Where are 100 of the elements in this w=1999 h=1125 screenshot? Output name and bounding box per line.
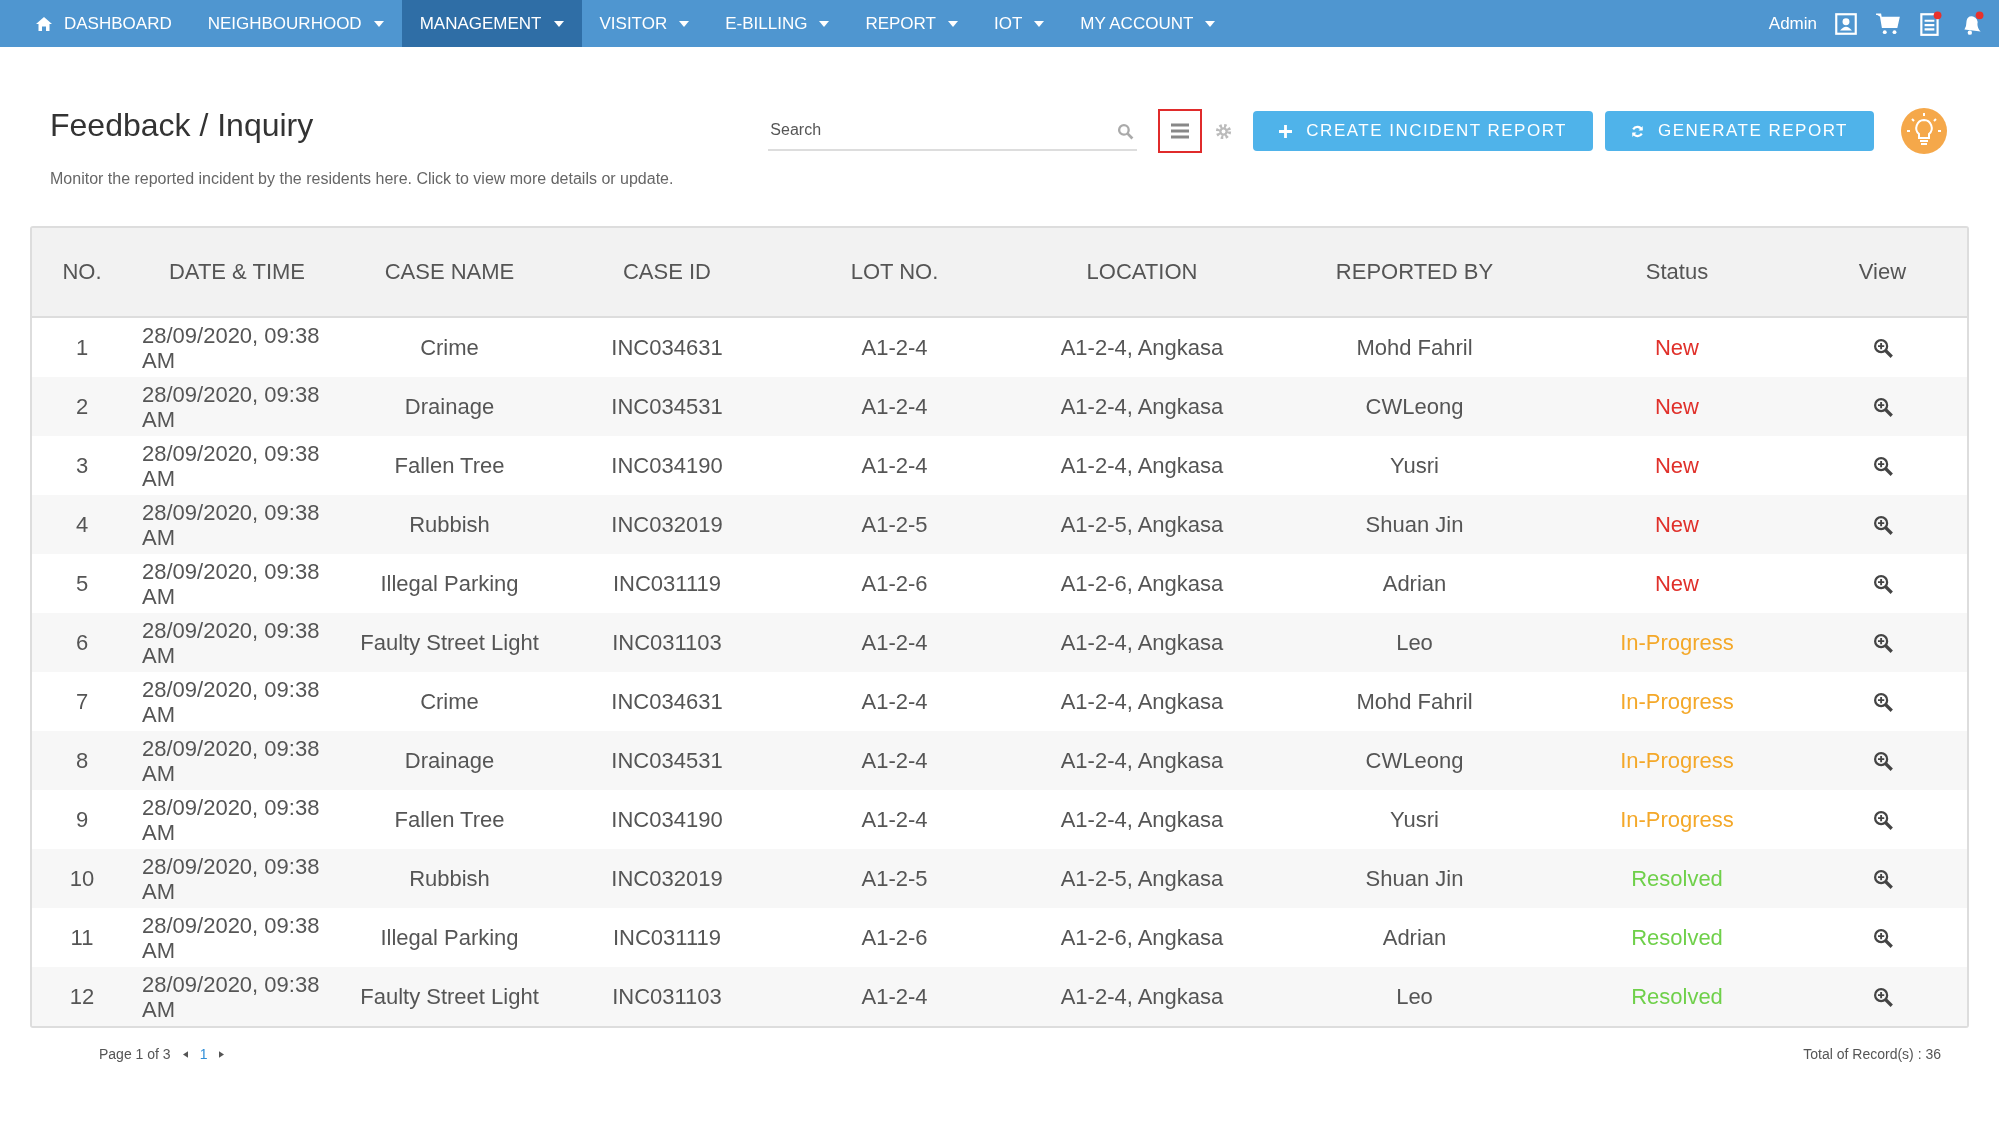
zoom-in-icon[interactable]: [1872, 868, 1893, 889]
table-cell-text: Illegal Parking: [379, 924, 520, 951]
column-header: LOCATION: [1085, 259, 1199, 285]
column-header: NO.: [61, 259, 103, 285]
table-cell-text: A1-2-4: [860, 452, 929, 479]
table-row[interactable]: 4 28/09/2020, 09:38 AM Rubbish INC032019 A1-2-5 A1-2-5, Angkasa Shuan Jin New: [32, 495, 1967, 554]
table-cell-text: 3: [74, 452, 90, 479]
nav-menu-item[interactable]: MANAGEMENT: [401, 0, 582, 47]
column-header: View: [1857, 259, 1908, 285]
table-cell-text: A1-2-4, Angkasa: [1059, 747, 1225, 774]
status-label: In-Progress: [1619, 629, 1735, 656]
status-label: New: [1654, 452, 1700, 479]
table-cell-text: Rubbish: [408, 511, 491, 538]
zoom-in-icon[interactable]: [1872, 337, 1893, 358]
table-cell-text: INC034531: [610, 393, 724, 420]
table-cell-text: A1-2-5, Angkasa: [1059, 865, 1225, 892]
table-row[interactable]: 6 28/09/2020, 09:38 AM Faulty Street Light INC031103 A1-2-4 A1-2-4, Angkasa Leo In-Progress: [32, 613, 1967, 672]
status-label: Resolved: [1630, 924, 1724, 951]
cart-icon[interactable]: [1875, 10, 1901, 37]
next-page-icon[interactable]: [219, 1050, 225, 1058]
caret-icon: [947, 20, 958, 27]
user-profile-icon[interactable]: [1833, 10, 1859, 37]
column-header: REPORTED BY: [1334, 259, 1495, 285]
status-label: New: [1654, 570, 1700, 597]
zoom-in-icon[interactable]: [1872, 573, 1893, 594]
table-cell-text: A1-2-6: [860, 570, 929, 597]
table-cell-text: 28/09/2020, 09:38 AM: [141, 853, 321, 904]
table-cell-text: 10: [68, 865, 96, 892]
table-cell-text: INC034190: [610, 452, 724, 479]
table-cell-text: A1-2-4: [860, 806, 929, 833]
table-cell-text: Drainage: [403, 393, 496, 420]
table-cell-text: Drainage: [403, 747, 496, 774]
table-row[interactable]: 10 28/09/2020, 09:38 AM Rubbish INC032019 A1-2-5 A1-2-5, Angkasa Shuan Jin Resolved: [32, 849, 1967, 908]
caret-icon: [553, 20, 564, 27]
status-label: Resolved: [1630, 865, 1724, 892]
table-cell-text: Leo: [1395, 983, 1434, 1010]
table-cell-text: Shuan Jin: [1364, 511, 1465, 538]
table-cell-text: INC032019: [610, 865, 724, 892]
table-cell-text: Illegal Parking: [379, 570, 520, 597]
table-cell-text: A1-2-5: [860, 511, 929, 538]
zoom-in-icon[interactable]: [1872, 927, 1893, 948]
table-cell-text: INC031119: [611, 570, 722, 597]
status-label: In-Progress: [1619, 806, 1735, 833]
table-cell-text: 6: [74, 629, 90, 656]
page-link[interactable]: 1: [199, 1046, 208, 1062]
plus-icon: [1279, 124, 1293, 138]
table-cell-text: A1-2-4, Angkasa: [1059, 452, 1225, 479]
table-cell-text: Faulty Street Light: [359, 629, 540, 656]
table-cell-text: 28/09/2020, 09:38 AM: [141, 794, 321, 845]
table-cell-text: A1-2-4: [860, 393, 929, 420]
table-cell-text: Adrian: [1381, 924, 1448, 951]
table-cell-text: INC031103: [611, 629, 723, 656]
table-row[interactable]: 8 28/09/2020, 09:38 AM Drainage INC034531 A1-2-4 A1-2-4, Angkasa CWLeong In-Progress: [32, 731, 1967, 790]
table-cell-text: INC034631: [610, 688, 724, 715]
zoom-in-icon[interactable]: [1872, 691, 1893, 712]
table-cell-text: CWLeong: [1364, 393, 1465, 420]
table-cell-text: A1-2-4, Angkasa: [1059, 393, 1225, 420]
table-cell-text: A1-2-4: [860, 688, 929, 715]
table-cell-text: Fallen Tree: [393, 806, 506, 833]
zoom-in-icon[interactable]: [1872, 750, 1893, 771]
table-cell-text: A1-2-5: [860, 865, 929, 892]
zoom-in-icon[interactable]: [1872, 455, 1893, 476]
table-cell-text: Yusri: [1389, 452, 1440, 479]
table-cell-text: 4: [74, 511, 90, 538]
status-label: New: [1654, 334, 1700, 361]
table-row[interactable]: 12 28/09/2020, 09:38 AM Faulty Street Light INC031103 A1-2-4 A1-2-4, Angkasa Leo Resolved: [32, 967, 1967, 1026]
document-icon[interactable]: [1917, 10, 1943, 37]
table-row[interactable]: 2 28/09/2020, 09:38 AM Drainage INC034531 A1-2-4 A1-2-4, Angkasa CWLeong New: [32, 377, 1967, 436]
table-cell-text: INC034531: [610, 747, 724, 774]
table-cell-text: 7: [74, 688, 90, 715]
table-cell-text: Yusri: [1389, 806, 1440, 833]
zoom-in-icon[interactable]: [1872, 514, 1893, 535]
caret-icon: [679, 20, 690, 27]
total-records: Total of Record(s) : 36: [1803, 1046, 1941, 1062]
status-label: New: [1654, 511, 1700, 538]
table-cell-text: 11: [69, 924, 95, 951]
previous-page-icon[interactable]: [182, 1050, 188, 1058]
table-cell-text: Mohd Fahril: [1355, 688, 1474, 715]
zoom-in-icon[interactable]: [1872, 986, 1893, 1007]
table-cell-text: Crime: [419, 334, 480, 361]
zoom-in-icon[interactable]: [1872, 809, 1893, 830]
refresh-icon: [1631, 124, 1644, 138]
table-cell-text: INC034631: [610, 334, 724, 361]
zoom-in-icon[interactable]: [1872, 396, 1893, 417]
table-cell-text: Mohd Fahril: [1355, 334, 1474, 361]
table-cell-text: INC032019: [610, 511, 724, 538]
table-cell-text: 9: [74, 806, 90, 833]
column-header: CASE ID: [622, 259, 712, 285]
page-title: Feedback / Inquiry: [50, 107, 315, 144]
table-cell-text: A1-2-6, Angkasa: [1059, 924, 1225, 951]
table-cell-text: 2: [74, 393, 90, 420]
zoom-in-icon[interactable]: [1872, 632, 1893, 653]
list-view-icon[interactable]: [1158, 109, 1203, 153]
search-field[interactable]: Search: [768, 111, 1138, 151]
table-cell-text: 28/09/2020, 09:38 AM: [141, 381, 321, 432]
table-cell-text: A1-2-6, Angkasa: [1059, 570, 1225, 597]
table-cell-text: 5: [74, 570, 90, 597]
table-cell-text: INC034190: [610, 806, 724, 833]
table-cell-text: 28/09/2020, 09:38 AM: [141, 440, 321, 491]
caret-icon: [1205, 20, 1216, 27]
